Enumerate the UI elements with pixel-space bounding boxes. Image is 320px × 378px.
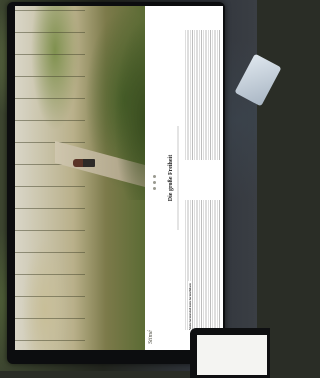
section-heading: Vom Grenzstul zum Grenzfelsen bbox=[188, 281, 192, 330]
site-logo[interactable]: Stimé bbox=[148, 330, 154, 344]
hero-image bbox=[15, 6, 145, 350]
website-page: Stimé Die große Freiheit Vom Grenzstul z… bbox=[15, 6, 223, 350]
site-header: Stimé bbox=[145, 6, 163, 350]
carousel-dot[interactable] bbox=[153, 187, 156, 190]
foreground-foliage bbox=[110, 6, 145, 200]
article-title: Die große Freiheit bbox=[168, 154, 174, 202]
forest-trees bbox=[15, 6, 85, 350]
monitor-screen: Stimé Die große Freiheit Vom Grenzstul z… bbox=[15, 6, 223, 350]
hiker-figure bbox=[73, 159, 95, 167]
carousel-dot[interactable] bbox=[153, 175, 156, 178]
article-column-right bbox=[185, 30, 221, 160]
carousel-dot[interactable] bbox=[153, 181, 156, 184]
laptop-screen bbox=[197, 335, 267, 375]
article-body: Die große Freiheit Vom Grenzstul zum Gre… bbox=[165, 6, 223, 350]
carousel-dots[interactable] bbox=[153, 175, 156, 190]
article-lead-text bbox=[177, 126, 180, 230]
